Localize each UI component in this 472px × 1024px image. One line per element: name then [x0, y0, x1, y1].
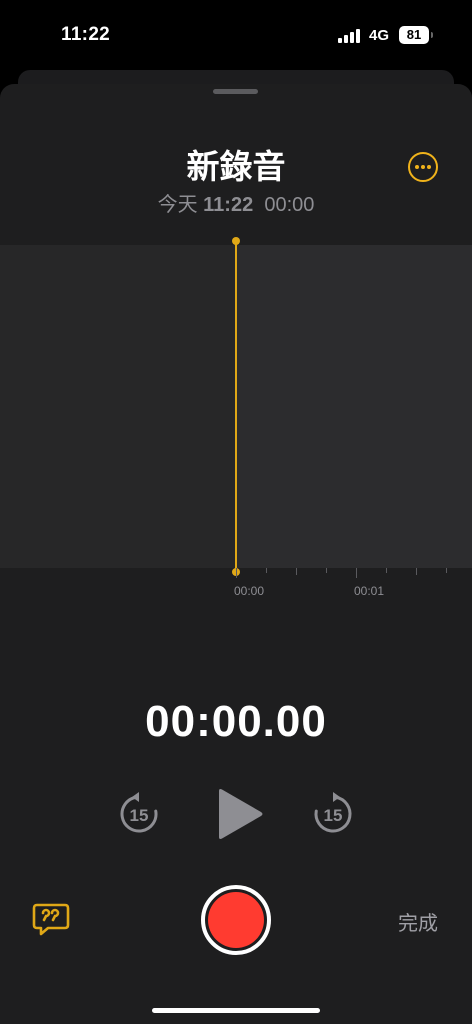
date-label: 今天 [157, 194, 198, 216]
done-button[interactable]: 完成 [398, 907, 438, 936]
status-time: 11:22 [61, 24, 111, 45]
timeline-label: 00:00 [234, 584, 265, 598]
skip-back-label: 15 [130, 806, 149, 825]
playhead[interactable] [235, 240, 237, 572]
status-bar: 11:22 4G 81 [0, 0, 472, 70]
elapsed-time: 00:00.00 [145, 697, 327, 746]
more-icon[interactable] [408, 152, 438, 182]
playhead-top-handle[interactable] [232, 237, 240, 245]
battery-icon: 81 [399, 26, 429, 44]
skip-forward-15-icon[interactable]: 15 [312, 792, 354, 834]
date-time: 11:22 [203, 194, 254, 216]
timeline-label: 00:01 [354, 584, 385, 598]
transcript-icon[interactable] [32, 903, 70, 937]
record-icon[interactable] [208, 892, 264, 948]
signal-icon [338, 29, 362, 43]
home-indicator[interactable] [152, 1008, 320, 1013]
waveform-played [0, 245, 236, 568]
recording-subtitle: 今天 11:22 00:00 [0, 188, 472, 217]
skip-forward-label: 15 [324, 806, 343, 825]
recording-title[interactable]: 新錄音 [0, 140, 472, 188]
sheet-grabber[interactable] [213, 89, 258, 94]
battery-tip [431, 32, 433, 38]
skip-back-15-icon[interactable]: 15 [118, 792, 160, 834]
waveform-upcoming [236, 245, 472, 568]
recording-duration: 00:00 [264, 194, 315, 216]
network-type: 4G [369, 27, 390, 44]
play-icon[interactable] [215, 788, 265, 840]
